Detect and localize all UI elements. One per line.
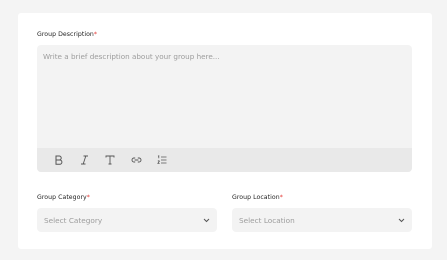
ordered-list-button[interactable] [149, 148, 175, 172]
text-format-icon [105, 155, 115, 165]
category-select-value: Select Category [44, 215, 103, 225]
description-textarea[interactable] [37, 45, 412, 148]
required-mark: * [86, 194, 90, 201]
group-location-label-text: Group Location [232, 194, 280, 201]
italic-icon [80, 155, 89, 165]
location-select[interactable]: Select Location [232, 208, 412, 232]
italic-button[interactable] [71, 148, 97, 172]
ordered-list-icon [157, 155, 167, 165]
required-mark: * [279, 194, 283, 201]
chevron-down-icon [203, 218, 210, 223]
group-category-label-text: Group Category [37, 194, 87, 201]
location-select-value: Select Location [239, 215, 295, 225]
bold-button[interactable] [45, 148, 71, 172]
group-form-card: Group Description* Write a brief descrip… [18, 13, 432, 249]
description-editor [37, 45, 412, 172]
group-category-label: Group Category* [37, 194, 90, 201]
group-description-label: Group Description* [37, 31, 97, 38]
bold-icon [54, 155, 63, 165]
group-location-label: Group Location* [232, 194, 283, 201]
chevron-down-icon [398, 218, 405, 223]
required-mark: * [93, 31, 98, 38]
group-description-label-text: Group Description [37, 31, 94, 38]
editor-toolbar [37, 148, 412, 172]
category-select[interactable]: Select Category [37, 208, 217, 232]
link-button[interactable] [123, 148, 149, 172]
text-format-button[interactable] [97, 148, 123, 172]
link-icon [131, 156, 142, 164]
